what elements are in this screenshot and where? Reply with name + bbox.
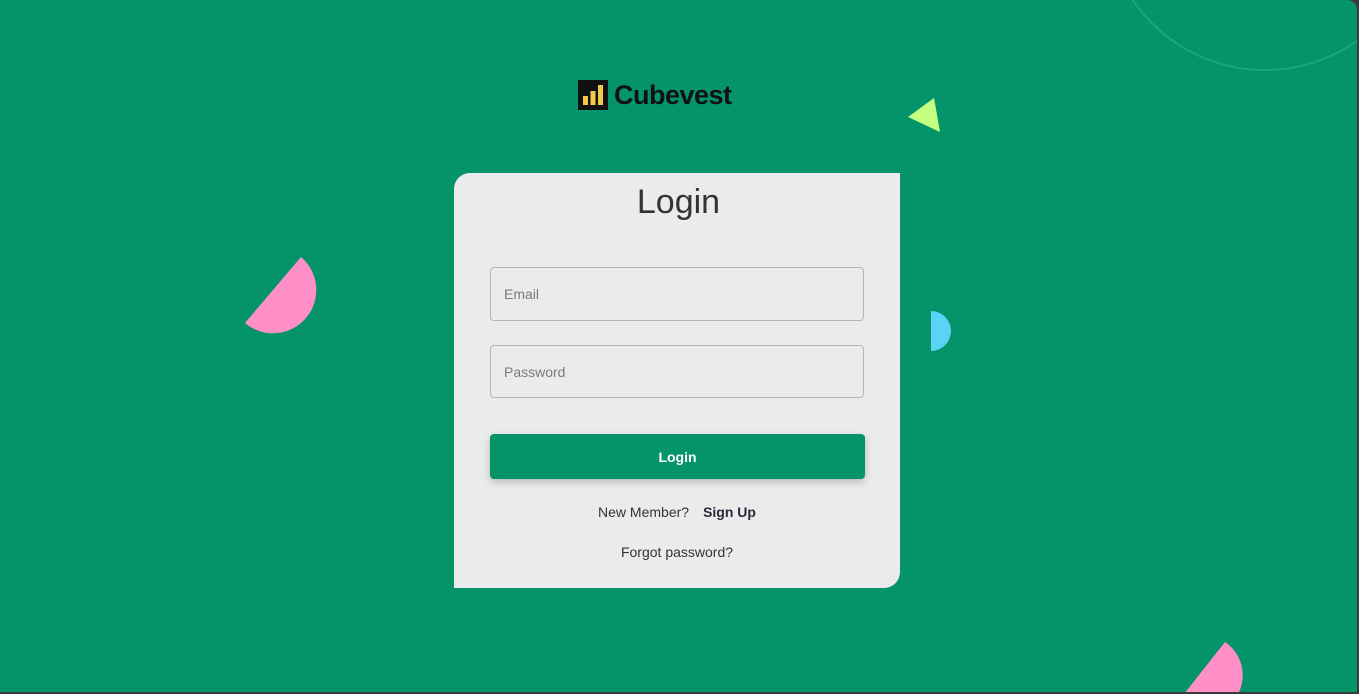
page-title: Login — [636, 183, 721, 221]
email-field[interactable] — [490, 267, 864, 321]
brand-name: Cubevest — [614, 80, 732, 110]
decorative-pink-pie — [245, 257, 317, 334]
forgot-password-link[interactable]: Forgot password? — [454, 543, 900, 561]
new-member-text: New Member? — [598, 504, 690, 520]
bar-chart-icon — [578, 80, 608, 110]
decorative-blue-semicircle — [931, 311, 951, 351]
sign-up-link[interactable]: Sign Up — [703, 504, 756, 520]
decorative-arc — [1131, 0, 1357, 71]
brand-logo[interactable]: Cubevest — [578, 80, 732, 110]
decorative-green-triangle — [908, 98, 940, 132]
login-page: Cubevest Login Login New Member?Sign Up … — [0, 0, 1357, 692]
password-field[interactable] — [490, 345, 864, 398]
login-button[interactable]: Login — [490, 434, 865, 479]
signup-prompt: New Member? Sign Up — [454, 503, 900, 521]
decorative-pink-pie-bottom — [1185, 642, 1243, 692]
